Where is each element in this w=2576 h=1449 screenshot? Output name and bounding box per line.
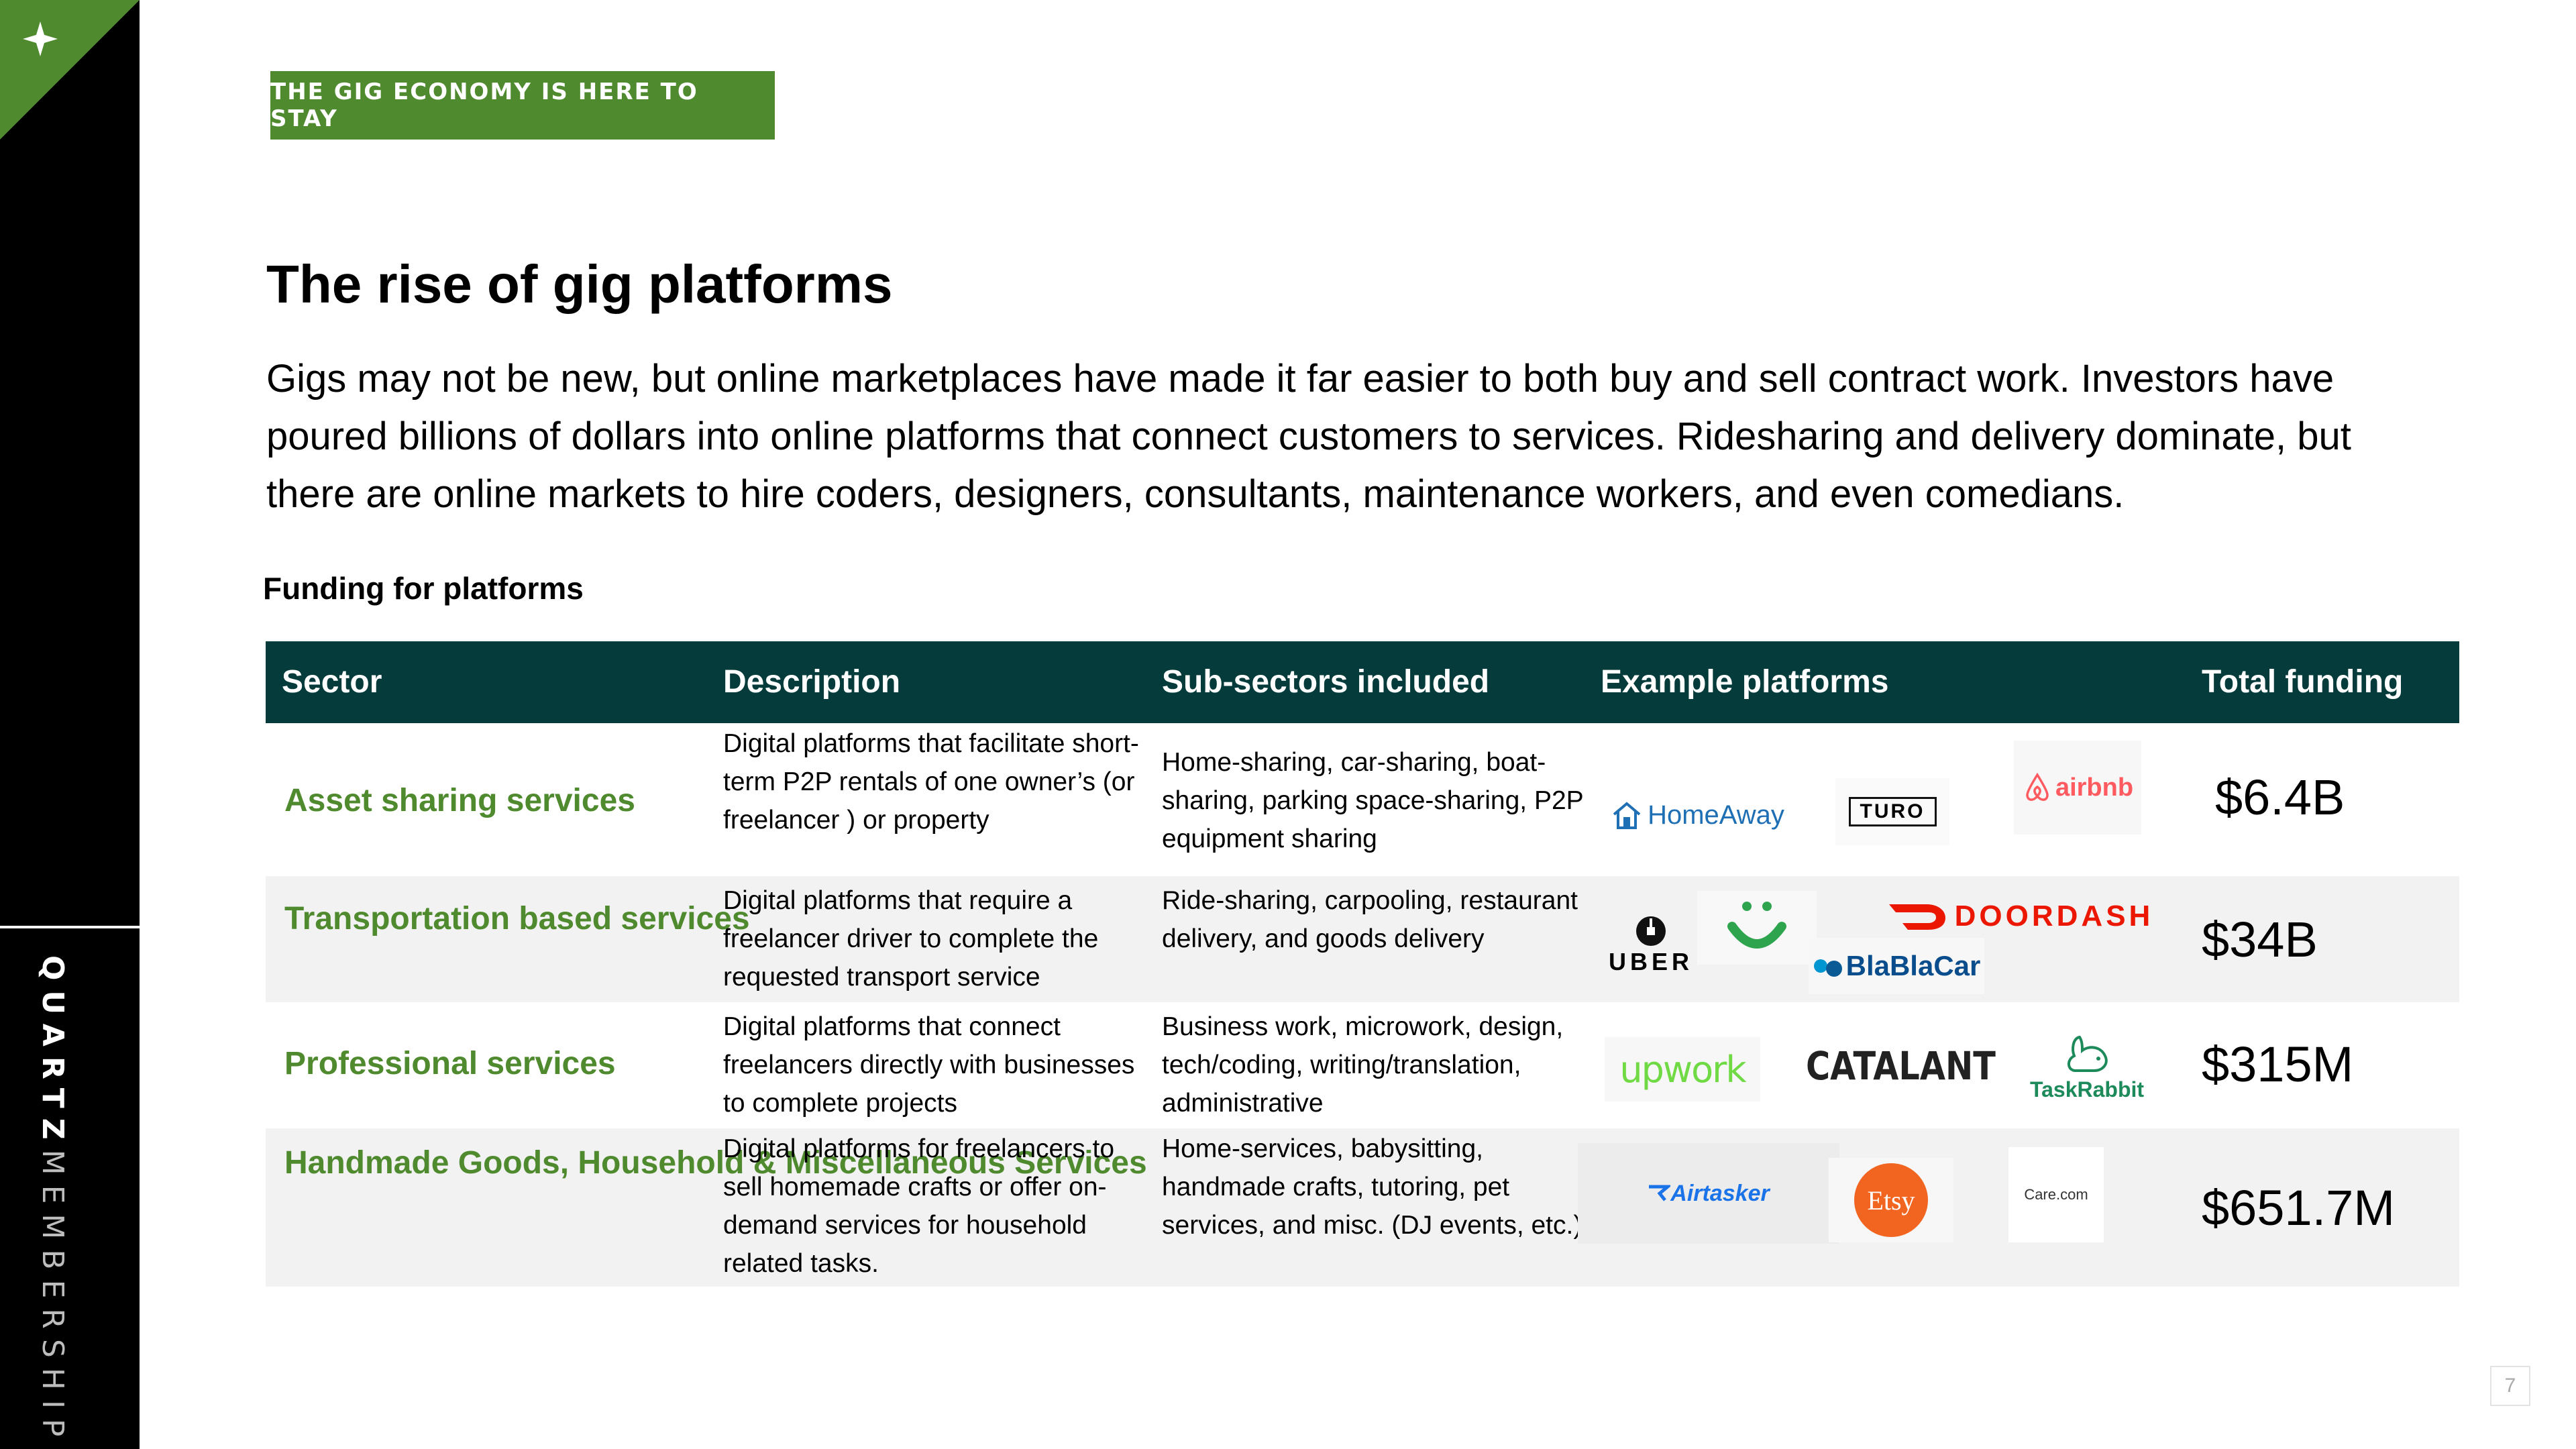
uber-logo: UBER [1601,908,1701,982]
sector-name: Asset sharing services [284,783,635,818]
table-row-professional: Professional services Digital platforms … [266,1002,2459,1128]
blablacar-icon [1813,959,1842,977]
smile-icon [1727,902,1786,949]
airtasker-icon [1649,1185,1671,1201]
etsy-logo: Etsy [1829,1158,1953,1242]
header-sector: Sector [282,664,382,700]
table-header: Sector Description Sub-sectors included … [266,641,2459,723]
airbnb-icon [2026,772,2049,801]
doordash-icon [1888,904,1945,930]
funding-value: $6.4B [2215,769,2345,825]
header-subsectors: Sub-sectors included [1162,664,1490,700]
header-funding: Total funding [2202,664,2404,700]
upwork-logo: upwork [1605,1037,1760,1102]
brand-name-bold: QUARTZ [36,955,70,1150]
sector-subsectors: Ride-sharing, carpooling, restaurant del… [1162,886,1578,953]
uber-icon [1636,916,1666,946]
sidebar-divider [0,926,140,928]
funding-value: $315M [2202,1036,2354,1092]
table-row-handmade: Handmade Goods, Household & Miscellaneou… [266,1128,2459,1287]
header-platforms: Example platforms [1601,664,1889,700]
table-row-asset-sharing: Asset sharing services Digital platforms… [266,723,2459,876]
sidebar: QUARTZMEMBERSHIP [0,0,140,1449]
taskrabbit-logo: TaskRabbit [2023,1022,2151,1110]
doordash-logo: DOORDASH [1886,890,2155,943]
homeaway-logo: HomeAway [1603,792,1791,839]
sector-subsectors: Home-sharing, car-sharing, boat-sharing,… [1162,748,1583,853]
catalant-logo: CATALANT [1805,1043,1996,1089]
header-description: Description [723,664,901,700]
airtasker-logo: Airtasker [1578,1143,1839,1244]
rabbit-icon [2068,1035,2108,1072]
sector-name: Transportation based services [284,901,750,936]
sector-description: Digital platforms for freelancers to sel… [723,1134,1115,1278]
table-row-transportation: Transportation based services Digital pl… [266,876,2459,1002]
blablacar-logo: BlaBlaCar [1809,938,1984,994]
brand-name-light: MEMBERSHIP [36,1149,70,1447]
page-title: The rise of gig platforms [266,254,893,314]
funding-value: $651.7M [2202,1180,2395,1236]
instacart-logo [1697,891,1817,965]
sector-description: Digital platforms that facilitate short-… [723,729,1139,835]
airbnb-logo: airbnb [2014,741,2141,835]
sector-subsectors: Business work, microwork, design, tech/c… [1162,1012,1564,1118]
page-number: 7 [2490,1366,2530,1406]
corner-badge [0,0,140,140]
care-logo: Care.com [2008,1147,2104,1242]
funding-value: $34B [2202,912,2318,967]
sector-name: Professional services [284,1046,616,1081]
funding-table: Sector Description Sub-sectors included … [266,641,2459,1287]
sector-description: Digital platforms that require a freelan… [723,886,1099,991]
table-caption: Funding for platforms [263,571,584,606]
intro-paragraph: Gigs may not be new, but online marketpl… [266,357,2351,516]
house-icon [1613,802,1641,829]
turo-logo: TURO [1835,778,1949,845]
section-tag: THE GIG ECONOMY IS HERE TO STAY [270,71,775,140]
sector-description: Digital platforms that connect freelance… [723,1012,1135,1118]
sector-subsectors: Home-services, babysitting, handmade cra… [1162,1134,1582,1240]
